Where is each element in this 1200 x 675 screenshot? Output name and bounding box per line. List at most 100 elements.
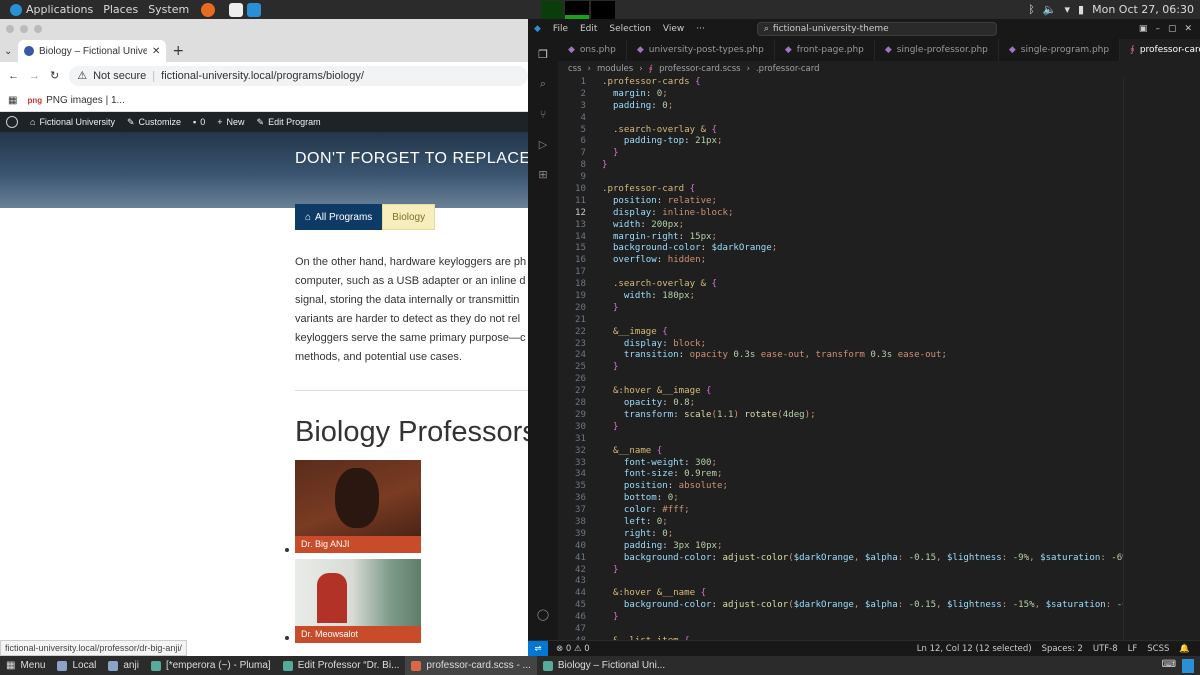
layout-icon[interactable]: ▣ [1139, 24, 1148, 34]
breadcrumb-all-programs[interactable]: ⌂ All Programs [295, 204, 383, 230]
clock[interactable]: Mon Oct 27, 06:30 [1092, 3, 1194, 16]
editor-tab[interactable]: ◆ single-professor.php [875, 39, 999, 61]
not-secure-warning-icon[interactable]: ⚠ [77, 69, 87, 82]
volume-icon[interactable]: 🔈 [1043, 3, 1057, 16]
code-line[interactable]: 25 } [558, 362, 1123, 374]
menu-file[interactable]: File [553, 24, 568, 34]
code-line[interactable]: 14 margin-right: 15px; [558, 232, 1123, 244]
code-line[interactable]: 39 right: 0; [558, 529, 1123, 541]
keyboard-icon[interactable]: ⌨ [1162, 659, 1176, 673]
eol-status[interactable]: LF [1128, 644, 1138, 654]
code-line[interactable]: 46 } [558, 612, 1123, 624]
code-line[interactable]: 27 &:hover &__image { [558, 386, 1123, 398]
back-icon[interactable]: ← [8, 70, 19, 82]
battery-icon[interactable]: ▮ [1078, 3, 1084, 16]
code-line[interactable]: 13 width: 200px; [558, 220, 1123, 232]
professor-card-big-anji[interactable]: Dr. Big ANJI [295, 460, 421, 553]
system-menu[interactable]: System [148, 3, 189, 16]
taskbar-window-button[interactable]: anji [102, 656, 145, 675]
code-line[interactable]: 36 bottom: 0; [558, 493, 1123, 505]
editor-tab[interactable]: ◆ university-post-types.php [627, 39, 775, 61]
cursor-position[interactable]: Ln 12, Col 12 (12 selected) [917, 644, 1032, 654]
code-line[interactable]: 18 .search-overlay & { [558, 279, 1123, 291]
editor-tab[interactable]: ∮professor-card.scss✕ [1120, 39, 1200, 61]
code-line[interactable]: 31 [558, 434, 1123, 446]
show-desktop-icon[interactable] [1182, 658, 1194, 673]
editor-tab[interactable]: ◆ front-page.php [775, 39, 875, 61]
run-debug-icon[interactable]: ▷ [528, 129, 558, 159]
code-line[interactable]: 2 margin: 0; [558, 89, 1123, 101]
editor-tab[interactable]: ◆ ons.php [558, 39, 627, 61]
code-line[interactable]: 11 position: relative; [558, 196, 1123, 208]
menu-edit[interactable]: Edit [580, 24, 597, 34]
code-line[interactable]: 19 width: 180px; [558, 291, 1123, 303]
professor-card-meowsalot[interactable]: Dr. Meowsalot [295, 559, 421, 643]
indent-status[interactable]: Spaces: 2 [1042, 644, 1083, 654]
code-line[interactable]: 28 opacity: 0.8; [558, 398, 1123, 410]
firefox-icon[interactable] [201, 2, 216, 17]
code-line[interactable]: 44 &:hover &__name { [558, 588, 1123, 600]
wifi-icon[interactable]: ▾ [1065, 3, 1071, 16]
bookmark-png-images[interactable]: png PNG images | 1... [27, 95, 124, 106]
code-line[interactable]: 40 padding: 3px 10px; [558, 541, 1123, 553]
menu-view[interactable]: View [663, 24, 684, 34]
close-icon[interactable]: ✕ [1184, 24, 1192, 34]
minimize-icon[interactable]: – [1155, 24, 1160, 34]
wp-customize-link[interactable]: ✎ Customize [127, 117, 181, 128]
code-line[interactable]: 7 } [558, 148, 1123, 160]
code-line[interactable]: 12 display: inline-block; [558, 208, 1123, 220]
code-editor[interactable]: 1 .professor-cards {2 margin: 0; 3 padding… [558, 77, 1123, 640]
code-line[interactable]: 41 background-color: adjust-color($darkO… [558, 553, 1123, 565]
code-line[interactable]: 34 font-size: 0.9rem; [558, 469, 1123, 481]
code-line[interactable]: 45 background-color: adjust-color($darkO… [558, 600, 1123, 612]
explorer-icon[interactable]: ❐ [528, 39, 558, 69]
new-tab-icon[interactable]: + [172, 43, 184, 59]
language-status[interactable]: SCSS [1147, 644, 1169, 654]
problems-status[interactable]: ⊗ 0 ⚠ 0 [556, 644, 590, 654]
taskbar-window-button[interactable]: Biology – Fictional Uni... [537, 656, 671, 675]
close-tab-icon[interactable]: ✕ [152, 46, 160, 57]
code-line[interactable]: 29 transform: scale(1.1) rotate(4deg); [558, 410, 1123, 422]
forward-icon[interactable]: → [29, 70, 40, 82]
code-line[interactable]: 17 [558, 267, 1123, 279]
maximize-icon[interactable]: ▢ [1168, 24, 1177, 34]
source-control-icon[interactable]: ⑂ [528, 99, 558, 129]
extensions-icon[interactable]: ⊞ [528, 159, 558, 189]
code-line[interactable]: 32 &__name { [558, 446, 1123, 458]
account-icon[interactable]: ◯ [528, 599, 558, 629]
code-line[interactable]: 35 position: absolute; [558, 481, 1123, 493]
applications-menu[interactable]: Applications [10, 3, 93, 16]
code-line[interactable]: 21 [558, 315, 1123, 327]
bluetooth-icon[interactable]: ᛒ [1028, 3, 1035, 16]
code-line[interactable]: 30 } [558, 422, 1123, 434]
browser-tab-biology[interactable]: Biology – Fictional Univer ✕ [18, 40, 167, 62]
wp-comments-link[interactable]: ▪ 0 [193, 117, 205, 127]
code-line[interactable]: 1 .professor-cards { [558, 77, 1123, 89]
places-menu[interactable]: Places [103, 3, 138, 16]
encoding-status[interactable]: UTF-8 [1093, 644, 1118, 654]
code-line[interactable]: 15 background-color: $darkOrange; [558, 243, 1123, 255]
code-line[interactable]: 37 color: #fff; [558, 505, 1123, 517]
document-icon[interactable] [229, 2, 244, 17]
maximize-window-icon[interactable] [34, 24, 42, 33]
code-line[interactable]: 20 } [558, 303, 1123, 315]
vscode-icon[interactable] [247, 2, 262, 17]
code-line[interactable]: 8} [558, 160, 1123, 172]
editor-tab[interactable]: ◆ single-program.php [999, 39, 1121, 61]
code-line[interactable]: 3 padding: 0; [558, 101, 1123, 113]
wp-site-link[interactable]: ⌂ Fictional University [30, 117, 115, 127]
code-line[interactable]: 47 [558, 624, 1123, 636]
search-icon[interactable]: ⌕ [528, 69, 558, 99]
url-field[interactable]: ⚠ Not secure | fictional-university.loca… [69, 65, 528, 86]
apps-grid-icon[interactable]: ▦ [8, 95, 17, 106]
code-line[interactable]: 4 [558, 113, 1123, 125]
code-line[interactable]: 38 left: 0; [558, 517, 1123, 529]
taskbar-menu[interactable]: ▦ Menu [0, 656, 51, 675]
code-line[interactable]: 33 font-weight: 300; [558, 458, 1123, 470]
code-line[interactable]: 10 .professor-card { [558, 184, 1123, 196]
tab-list-chevron-icon[interactable]: ⌄ [4, 46, 12, 57]
taskbar-window-button[interactable]: professor-card.scss - ... [405, 656, 537, 675]
wordpress-logo-icon[interactable] [6, 116, 18, 128]
menu-more[interactable]: ··· [696, 24, 705, 34]
code-line[interactable]: 6 padding-top: 21px; [558, 136, 1123, 148]
